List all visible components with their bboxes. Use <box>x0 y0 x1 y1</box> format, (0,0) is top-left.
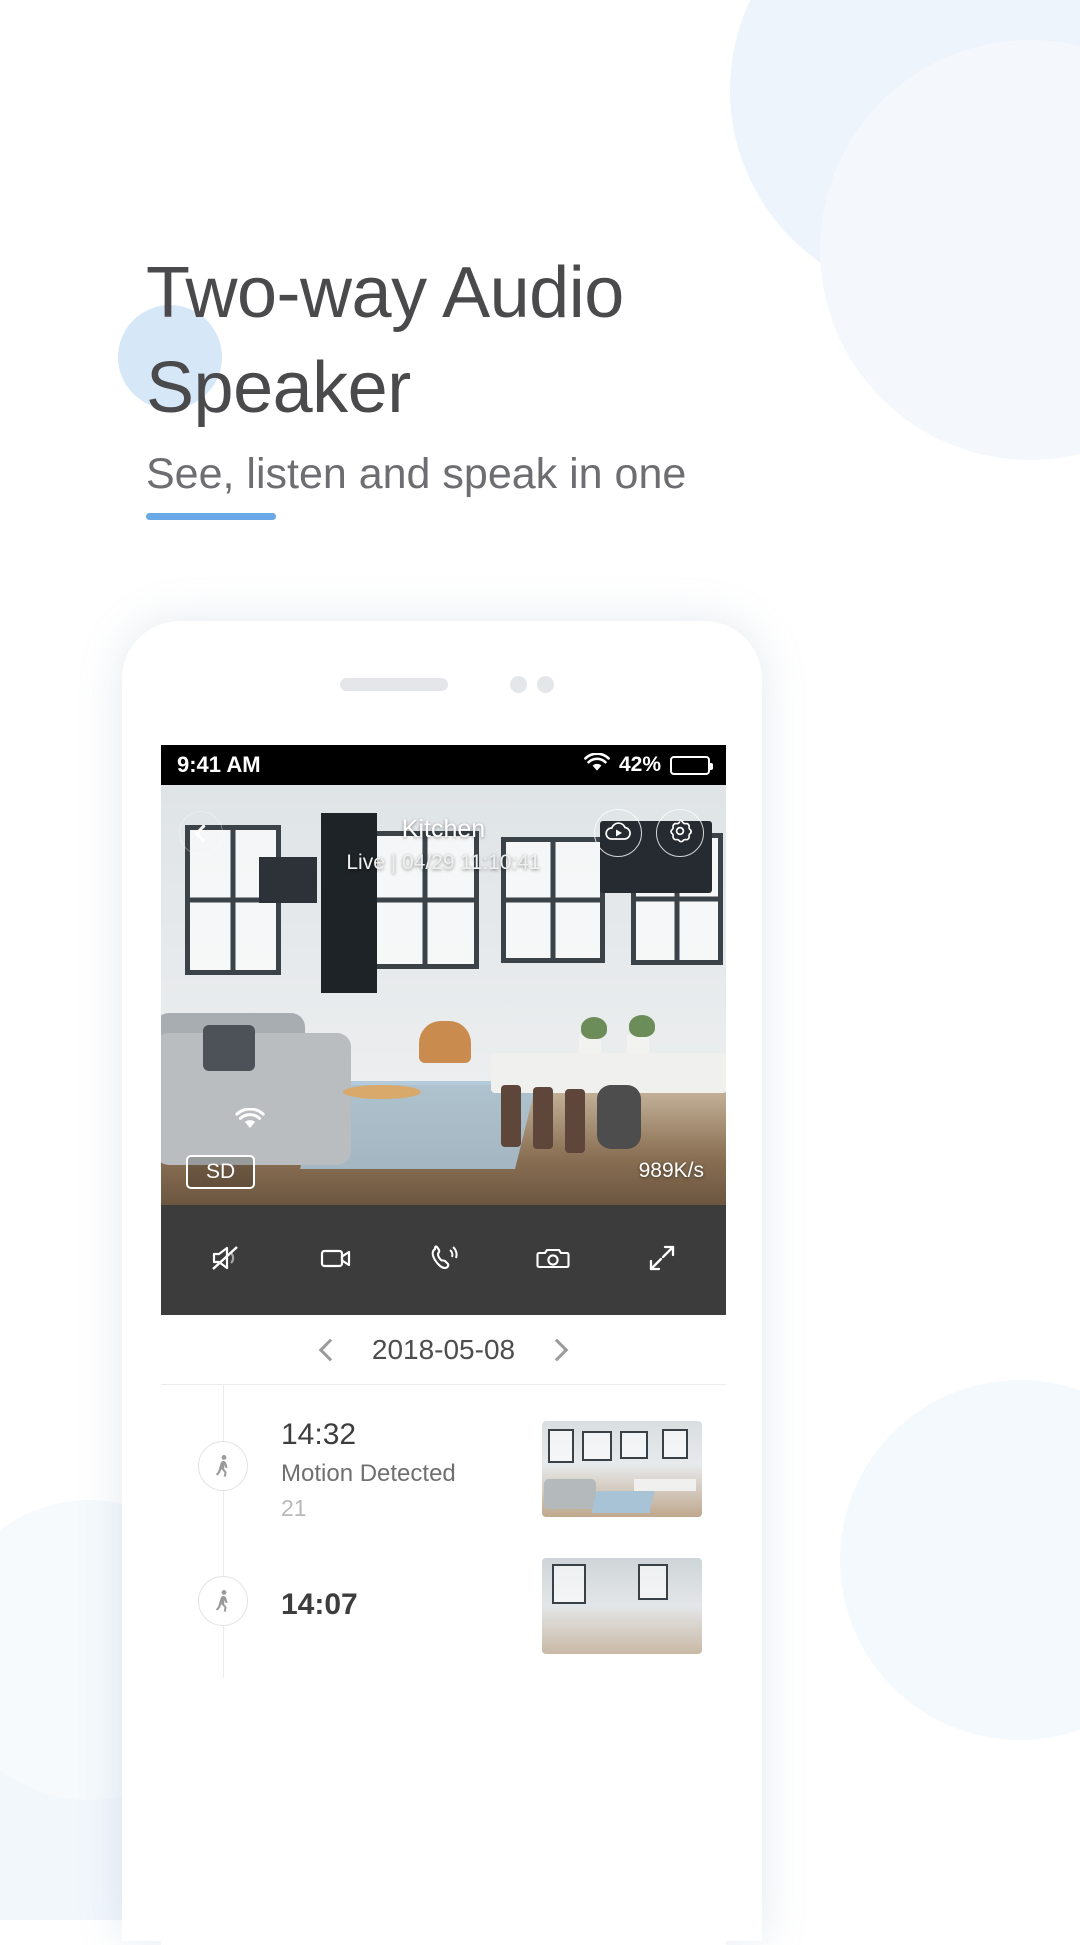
status-bar-indicators: 42% <box>584 752 713 778</box>
event-details: 14:32 Motion Detected 21 <box>281 1415 542 1524</box>
settings-button[interactable] <box>656 809 704 857</box>
connection-wifi-indicator <box>233 1107 267 1135</box>
front-camera-dot <box>510 676 527 693</box>
stream-status: Live | 04/29 11:10:41 <box>346 851 541 874</box>
event-time: 14:07 <box>281 1588 358 1622</box>
cloud-playback-icon <box>604 820 632 847</box>
list-item[interactable]: 14:32 Motion Detected 21 <box>161 1391 726 1548</box>
expand-icon <box>643 1239 681 1282</box>
phone-mockup: 9:41 AM 42% Kitchen Live | 04/29 11:10:4… <box>122 621 762 1945</box>
event-thumbnail[interactable] <box>542 1421 702 1518</box>
current-date: 2018-05-08 <box>371 1333 516 1365</box>
accent-underline <box>146 513 276 521</box>
live-video-feed[interactable]: Kitchen Live | 04/29 11:10:41 SD 989K/s <box>161 785 726 1205</box>
page-title: Two-way Audio Speaker <box>146 253 624 429</box>
sensor-dot <box>537 676 554 693</box>
earpiece-speaker <box>340 678 448 691</box>
video-control-toolbar <box>161 1205 726 1315</box>
battery-percent: 42% <box>618 753 661 776</box>
wifi-icon <box>235 1107 265 1135</box>
event-list: 14:32 Motion Detected 21 14:07 <box>161 1385 726 1678</box>
talk-button[interactable] <box>412 1228 476 1292</box>
snapshot-button[interactable] <box>521 1228 585 1292</box>
phone-top-bezel <box>122 621 762 741</box>
phone-screen: 9:41 AM 42% Kitchen Live | 04/29 11:10:4… <box>161 745 726 1945</box>
walking-person-icon <box>198 1441 248 1491</box>
event-time: 14:32 <box>281 1418 357 1451</box>
event-label: Motion Detected <box>281 1459 456 1487</box>
next-date-button[interactable] <box>545 1338 569 1361</box>
video-overlay: Kitchen Live | 04/29 11:10:41 SD 989K/s <box>161 785 726 1205</box>
phone-talk-icon <box>424 1238 464 1283</box>
bitrate-label: 989K/s <box>638 1159 704 1182</box>
cloud-playback-button[interactable] <box>594 809 642 857</box>
wifi-icon <box>584 752 610 778</box>
battery-icon <box>670 755 713 775</box>
list-item[interactable]: 14:07 <box>161 1548 726 1678</box>
prev-date-button[interactable] <box>318 1338 342 1361</box>
stream-quality-badge[interactable]: SD <box>186 1155 256 1189</box>
status-bar-time: 9:41 AM <box>177 752 261 777</box>
record-button[interactable] <box>303 1228 367 1292</box>
video-camera-icon <box>315 1238 355 1283</box>
event-count: 21 <box>281 1494 307 1521</box>
mute-button[interactable] <box>194 1228 258 1292</box>
walking-person-icon <box>198 1575 248 1626</box>
gear-icon <box>667 818 693 849</box>
camera-icon <box>533 1238 573 1283</box>
date-navigation: 2018-05-08 <box>161 1315 726 1385</box>
fullscreen-button[interactable] <box>630 1228 694 1292</box>
status-bar: 9:41 AM 42% <box>161 745 726 785</box>
decorative-blob-bottom-right <box>840 1380 1080 1740</box>
event-details: 14:07 <box>281 1585 542 1626</box>
event-thumbnail[interactable] <box>542 1557 702 1654</box>
subtitle-group: See, listen and speak in one <box>146 443 687 521</box>
page-subtitle: See, listen and speak in one <box>146 450 687 498</box>
speaker-mute-icon <box>206 1238 246 1283</box>
